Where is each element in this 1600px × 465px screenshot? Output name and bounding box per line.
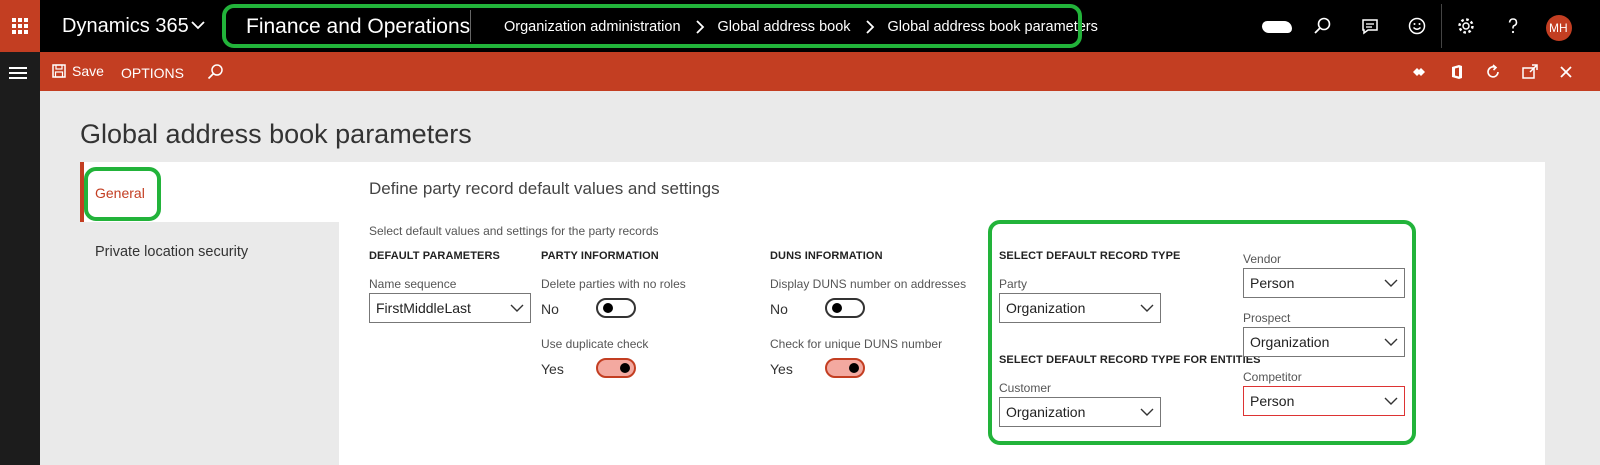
save-button[interactable]: Save	[52, 61, 104, 81]
gear-icon[interactable]	[1456, 16, 1476, 36]
use-duplicate-check-state-text: Yes	[541, 361, 564, 377]
refresh-icon[interactable]	[1484, 63, 1502, 81]
app-title[interactable]: Dynamics 365	[62, 14, 189, 38]
save-icon	[52, 64, 66, 78]
office-icon[interactable]	[1448, 63, 1466, 81]
open-new-window-icon[interactable]	[1521, 63, 1539, 81]
chevron-down-icon	[510, 304, 524, 312]
use-duplicate-check-label: Use duplicate check	[541, 337, 649, 351]
search-icon[interactable]	[1312, 16, 1332, 36]
use-duplicate-check-toggle[interactable]	[596, 358, 636, 378]
duns-information-heading: DUNS INFORMATION	[770, 250, 883, 262]
unique-duns-toggle[interactable]	[825, 358, 865, 378]
delete-parties-toggle[interactable]	[596, 298, 636, 318]
annotation-highlight-module-breadcrumb	[222, 4, 1082, 48]
save-button-label: Save	[72, 63, 104, 79]
unique-duns-label: Check for unique DUNS number	[770, 337, 943, 351]
feedback-icon[interactable]	[1360, 16, 1380, 36]
tab-private-location-security[interactable]: Private location security	[95, 244, 248, 260]
section-description: Select default values and settings for t…	[369, 224, 659, 238]
party-information-heading: PARTY INFORMATION	[541, 250, 659, 262]
default-parameters-heading: DEFAULT PARAMETERS	[369, 250, 500, 262]
name-sequence-select[interactable]: FirstMiddleLast	[369, 293, 531, 323]
display-duns-toggle[interactable]	[825, 298, 865, 318]
toggle-knob	[849, 363, 859, 373]
toggle-knob	[832, 303, 842, 313]
delete-parties-state-text: No	[541, 301, 559, 317]
toggle-knob	[603, 303, 613, 313]
connect-icon[interactable]	[1410, 63, 1428, 81]
options-button[interactable]: OPTIONS	[121, 64, 184, 82]
section-title: Define party record default values and s…	[369, 179, 720, 198]
close-icon[interactable]	[1557, 63, 1575, 81]
delete-parties-label: Delete parties with no roles	[541, 277, 686, 291]
help-icon[interactable]	[1503, 16, 1523, 36]
annotation-highlight-general-tab	[84, 167, 161, 221]
waffle-icon[interactable]	[0, 0, 40, 52]
unique-duns-state-text: Yes	[770, 361, 793, 377]
smiley-icon[interactable]	[1407, 16, 1427, 36]
toggle-knob	[620, 363, 630, 373]
avatar[interactable]: MH	[1546, 15, 1572, 41]
page-title: Global address book parameters	[80, 119, 472, 149]
redacted-user-name	[1262, 21, 1292, 33]
display-duns-state-text: No	[770, 301, 788, 317]
name-sequence-label: Name sequence	[369, 277, 457, 291]
action-pane: Save OPTIONS	[40, 52, 1600, 91]
top-navigation-bar: Dynamics 365 Finance and Operations Orga…	[0, 0, 1600, 52]
search-icon[interactable]	[206, 63, 224, 81]
divider	[1441, 4, 1442, 48]
app-root: Dynamics 365 Finance and Operations Orga…	[0, 0, 1600, 465]
hamburger-menu-icon[interactable]	[9, 67, 27, 79]
name-sequence-value: FirstMiddleLast	[376, 300, 471, 316]
display-duns-label: Display DUNS number on addresses	[770, 277, 967, 291]
chevron-down-icon[interactable]	[190, 18, 206, 32]
annotation-highlight-record-type-section	[988, 220, 1416, 445]
navigation-rail	[0, 52, 40, 465]
